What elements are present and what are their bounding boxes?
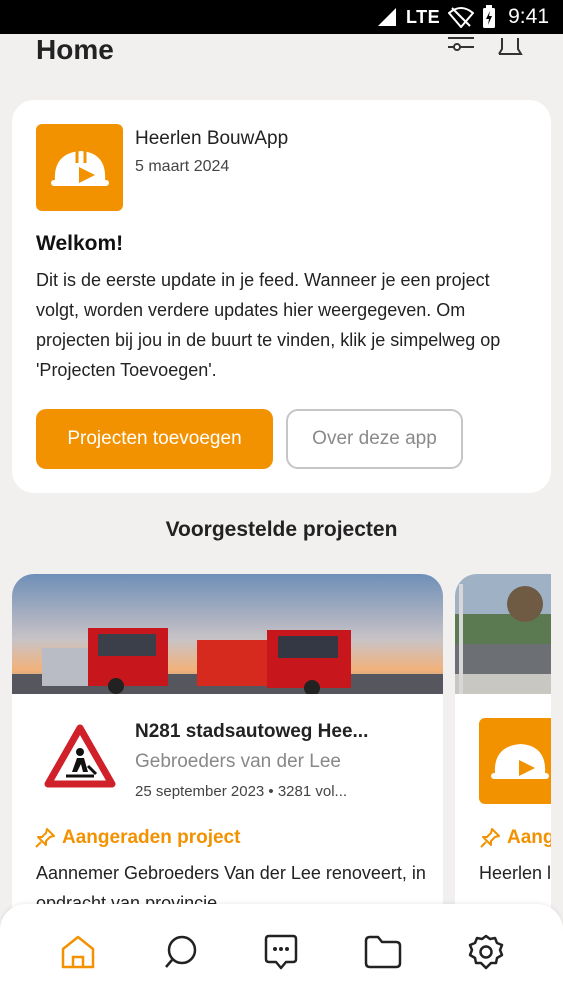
project-company: Gebroeders van der Lee xyxy=(135,751,341,772)
project-meta: 25 september 2023 • 3281 vol... xyxy=(135,783,348,800)
signal-icon xyxy=(377,8,396,26)
about-app-button[interactable]: Over deze app xyxy=(286,409,463,469)
network-type: LTE xyxy=(405,6,441,27)
status-bar: LTE 9:41 xyxy=(0,0,563,34)
helmet-logo-icon xyxy=(50,150,109,186)
clock: 9:41 xyxy=(508,5,549,28)
road-works-sign-icon xyxy=(44,724,116,788)
add-projects-button[interactable]: Projecten toevoegen xyxy=(36,409,273,469)
wifi-off-icon xyxy=(448,7,475,28)
recommended-badge: Aang xyxy=(479,827,551,849)
folder-icon xyxy=(364,935,402,969)
post-title: Welkom! xyxy=(36,232,124,255)
suggested-projects-title: Voorgestelde projecten xyxy=(165,518,398,541)
page-title: Home xyxy=(36,34,114,65)
badge-label: Aangeraden project xyxy=(62,827,241,848)
pin-icon xyxy=(480,828,500,848)
app-name: Heerlen BouwApp xyxy=(135,128,289,149)
badge-label: Aang xyxy=(507,827,551,848)
status-indicators: LTE 9:41 xyxy=(376,4,549,30)
app-header: Home xyxy=(0,34,563,98)
nav-messages[interactable] xyxy=(261,932,301,972)
project-title: N281 stadsautoweg Hee... xyxy=(135,721,369,742)
project-description: Heerlen levendig xyxy=(479,863,551,883)
recommended-badge: Aangeraden project xyxy=(34,827,240,849)
settings-icon xyxy=(468,934,504,970)
nav-home[interactable] xyxy=(58,932,98,972)
app-logo xyxy=(36,124,123,211)
project-image xyxy=(455,574,551,694)
post-body: Dit is de eerste update in je feed. Wann… xyxy=(36,270,501,380)
project-logo xyxy=(479,718,551,804)
bell-icon[interactable] xyxy=(494,34,526,58)
filter-icon[interactable] xyxy=(445,34,477,58)
home-icon xyxy=(61,935,95,969)
chat-icon xyxy=(264,934,298,970)
nav-settings[interactable] xyxy=(466,932,506,972)
project-image xyxy=(12,574,443,694)
bottom-navigation xyxy=(0,904,563,1000)
feed-post-card: Heerlen BouwApp 5 maart 2024 Welkom! Dit… xyxy=(12,100,551,493)
pin-icon xyxy=(35,828,55,848)
helmet-logo-icon xyxy=(491,744,549,779)
project-logo xyxy=(36,714,124,798)
search-icon xyxy=(165,935,197,968)
post-date: 5 maart 2024 xyxy=(135,158,230,175)
nav-projects[interactable] xyxy=(363,932,403,972)
nav-search[interactable] xyxy=(160,932,200,972)
battery-charging-icon xyxy=(483,5,496,28)
